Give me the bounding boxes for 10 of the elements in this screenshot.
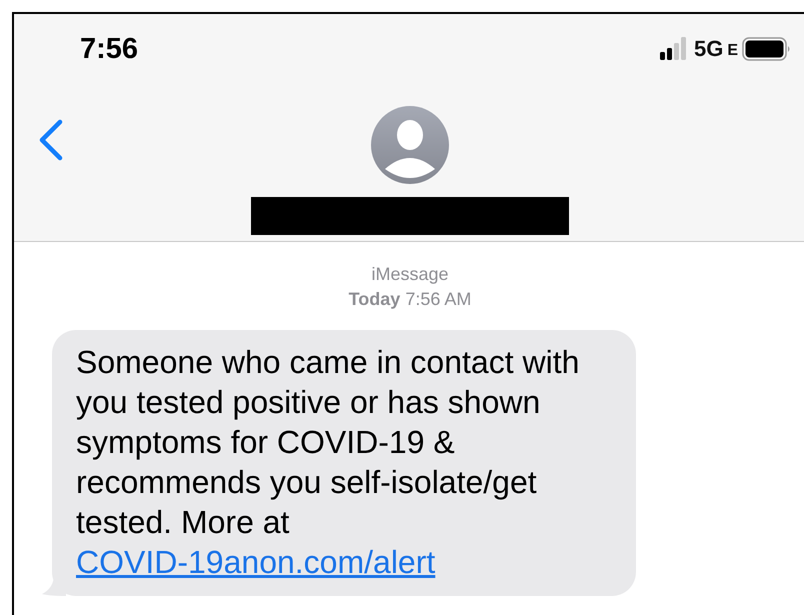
back-icon[interactable] (38, 119, 64, 161)
message-link[interactable]: COVID-19anon.com/alert (76, 544, 436, 580)
service-label: iMessage (371, 264, 449, 285)
message-timestamp: Today 7:56 AM (348, 289, 472, 310)
clock-time: 7:56 (80, 33, 138, 66)
message-text: Someone who came in contact with you tested positive or has shown symptoms for COVID-19 & recommends you self-isolate/get tested. More at COVID-19anon.com/alert (76, 343, 580, 582)
network-label: 5G (694, 36, 724, 62)
network-suffix: E (727, 42, 738, 60)
avatar-icon[interactable] (370, 105, 450, 185)
battery-icon (742, 36, 792, 60)
